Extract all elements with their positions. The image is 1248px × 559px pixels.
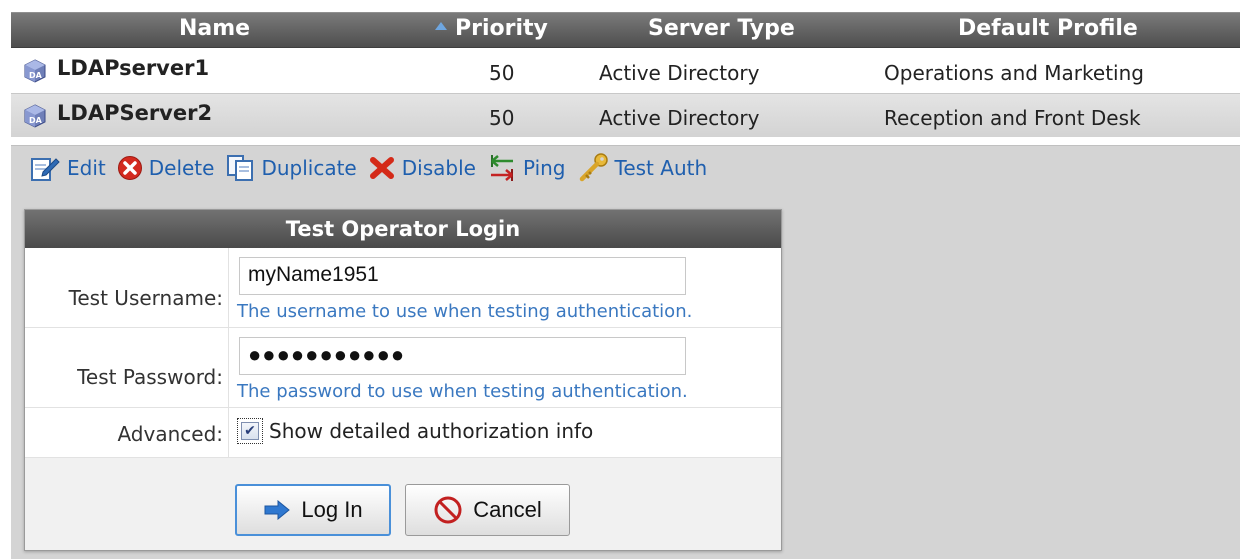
delete-icon (117, 156, 142, 180)
username-label: Test Username: (68, 286, 223, 310)
cancel-icon (434, 496, 462, 524)
delete-label: Delete (148, 156, 215, 180)
server-type: Active Directory (599, 106, 760, 130)
checkmark-icon: ✔ (241, 422, 259, 440)
login-button[interactable]: Log In (235, 484, 391, 536)
column-header-priority-label: Priority (455, 16, 548, 41)
svg-text:DA: DA (29, 71, 43, 80)
username-input[interactable]: myName1951 (239, 257, 686, 295)
detailed-auth-label[interactable]: Show detailed authorization info (269, 419, 593, 443)
test-login-dialog: Test Operator Login Test Username: myNam… (24, 209, 782, 551)
test-auth-label: Test Auth (614, 156, 708, 180)
server-default-profile: Operations and Marketing (884, 61, 1144, 85)
column-divider (228, 248, 229, 327)
sort-ascending-icon (435, 22, 447, 30)
password-hint: The password to use when testing authent… (237, 381, 688, 402)
advanced-row: Advanced: ✔ Show detailed authorization … (25, 408, 781, 458)
dialog-title: Test Operator Login (25, 210, 781, 248)
disable-label: Disable (401, 156, 476, 180)
server-priority: 50 (489, 61, 515, 85)
column-header-priority[interactable]: Priority (435, 16, 548, 41)
disable-icon (369, 157, 394, 179)
cancel-label: Cancel (473, 497, 542, 522)
server-type: Active Directory (599, 61, 760, 85)
arrow-right-icon (264, 500, 291, 520)
column-header-default-profile[interactable]: Default Profile (958, 16, 1138, 41)
svg-text:DA: DA (29, 116, 43, 125)
detailed-auth-checkbox[interactable]: ✔ (237, 418, 263, 444)
action-toolbar: Edit Delete Duplicate Disable Ping Test … (29, 150, 718, 186)
ping-icon (490, 155, 513, 181)
edit-icon (31, 158, 60, 181)
server-name: LDAPServer2 (57, 101, 213, 125)
password-row: Test Password: ●●●●●●●●●●● The password … (25, 328, 781, 408)
edit-button[interactable]: Edit (29, 154, 106, 182)
detailed-auth-checkbox-wrap: ✔ Show detailed authorization info (237, 418, 593, 444)
duplicate-button[interactable]: Duplicate (225, 154, 357, 182)
ldap-server-icon: DA (24, 59, 46, 83)
key-icon (579, 153, 608, 182)
username-hint: The username to use when testing authent… (237, 301, 693, 322)
ldap-server-icon: DA (24, 104, 46, 128)
advanced-label: Advanced: (117, 422, 223, 446)
server-priority: 50 (489, 106, 515, 130)
table-header: Name Priority Server Type Default Profil… (11, 12, 1240, 48)
column-divider (228, 328, 229, 407)
server-name: LDAPserver1 (57, 56, 210, 80)
login-label: Log In (301, 497, 363, 522)
table-row[interactable]: DA LDAPserver1 50 Active Directory Opera… (11, 49, 1240, 93)
column-divider (228, 408, 229, 457)
duplicate-label: Duplicate (261, 156, 357, 180)
edit-label: Edit (67, 156, 106, 180)
duplicate-icon (227, 155, 254, 181)
dialog-footer: Log In Cancel (25, 458, 781, 550)
column-header-server-type[interactable]: Server Type (648, 16, 795, 41)
column-header-name[interactable]: Name (179, 16, 250, 41)
cancel-button[interactable]: Cancel (405, 484, 570, 536)
delete-button[interactable]: Delete (117, 155, 215, 181)
username-row: Test Username: myName1951 The username t… (25, 248, 781, 328)
disable-button[interactable]: Disable (368, 155, 476, 181)
server-default-profile: Reception and Front Desk (884, 106, 1141, 130)
test-auth-button[interactable]: Test Auth (577, 153, 708, 183)
password-label: Test Password: (77, 365, 223, 389)
ping-label: Ping (522, 156, 566, 180)
table-row[interactable]: DA LDAPServer2 50 Active Directory Recep… (11, 93, 1240, 137)
ping-button[interactable]: Ping (487, 153, 566, 183)
password-input[interactable]: ●●●●●●●●●●● (239, 337, 686, 375)
